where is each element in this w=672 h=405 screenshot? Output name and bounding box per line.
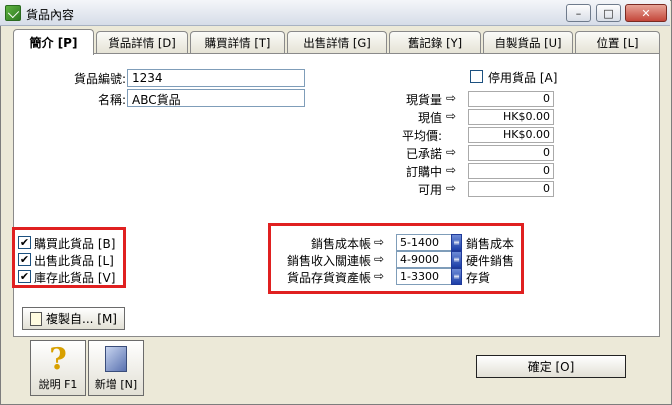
copy-from-button[interactable]: 複製自... [M] [22, 307, 125, 330]
cost-of-sales-account-name: 銷售成本 [466, 237, 515, 251]
arrow-icon: ⇨ [374, 269, 385, 283]
list-icon: ≡ [453, 272, 460, 281]
help-label: 說明 F1 [38, 378, 78, 391]
tab-label: 出售詳情 [G] [303, 35, 371, 50]
new-button[interactable]: 新增 [N] [88, 340, 144, 396]
account-list-button[interactable]: ≡ [451, 234, 462, 251]
available-value: 0 [468, 181, 554, 197]
tab-history[interactable]: 舊記錄 [Y] [389, 31, 481, 53]
income-account-label: 銷售收入關連帳 [286, 254, 371, 268]
close-icon: ✕ [641, 6, 651, 20]
committed-label: 已承諾 [405, 147, 442, 161]
summary-panel: 貨品編號: 1234 名稱: ABC貨品 停用貨品 [A] 現貨量 ⇨ 0 現值… [12, 53, 660, 337]
app-icon [5, 5, 21, 21]
tab-summary[interactable]: 簡介 [P] [13, 29, 94, 55]
new-label: 新增 [N] [94, 378, 138, 391]
buy-item-label: 購買此貨品 [B] [34, 237, 116, 251]
on-order-value: 0 [468, 163, 554, 179]
on-order-label: 訂購中 [405, 165, 442, 179]
asset-account-field[interactable]: 1-3300 [396, 268, 452, 285]
average-cost-value: HK$0.00 [468, 127, 554, 143]
on-hand-value: 0 [468, 91, 554, 107]
income-account-name: 硬件銷售 [466, 254, 515, 268]
arrow-icon: ⇨ [374, 252, 385, 266]
arrow-icon: ⇨ [374, 235, 385, 249]
item-name-label: 名稱: [97, 93, 126, 107]
tab-selling-details[interactable]: 出售詳情 [G] [287, 31, 387, 53]
current-value-label: 現值 [417, 111, 442, 125]
buy-item-checkbox[interactable]: ✔ [18, 236, 31, 249]
sell-item-label: 出售此貨品 [L] [34, 254, 114, 268]
average-cost-label: 平均價: [401, 129, 442, 143]
minimize-button[interactable]: – [566, 4, 591, 22]
cost-of-sales-account-label: 銷售成本帳 [310, 237, 371, 251]
inactive-item-label: 停用貨品 [A] [488, 71, 558, 85]
new-record-icon [105, 346, 127, 372]
close-button[interactable]: ✕ [625, 4, 667, 22]
cost-of-sales-account-field[interactable]: 5-1400 [396, 234, 452, 251]
list-icon: ≡ [453, 255, 460, 264]
item-number-label: 貨品編號: [73, 72, 126, 86]
tab-item-details[interactable]: 貨品詳情 [D] [96, 31, 188, 53]
ok-label: 確定 [O] [527, 360, 575, 374]
sell-item-checkbox[interactable]: ✔ [18, 253, 31, 266]
copy-from-label: 複製自... [M] [46, 312, 117, 326]
window-title: 貨品內容 [26, 8, 75, 22]
arrow-icon: ⇨ [446, 163, 457, 177]
account-list-button[interactable]: ≡ [451, 251, 462, 268]
ok-button[interactable]: 確定 [O] [476, 355, 626, 378]
asset-account-name: 存貨 [466, 271, 491, 285]
arrow-icon: ⇨ [446, 145, 457, 159]
check-icon: ✔ [19, 253, 30, 266]
help-icon: ? [49, 342, 67, 377]
check-icon: ✔ [19, 236, 30, 249]
arrow-icon: ⇨ [446, 109, 457, 123]
tab-label: 位置 [L] [596, 35, 639, 50]
account-list-button[interactable]: ≡ [451, 268, 462, 285]
arrow-icon: ⇨ [446, 91, 457, 105]
tab-label: 貨品詳情 [D] [108, 35, 176, 50]
tab-label: 舊記錄 [Y] [407, 35, 463, 50]
committed-value: 0 [468, 145, 554, 161]
tab-label: 簡介 [P] [29, 36, 78, 50]
inventory-item-label: 庫存此貨品 [V] [34, 271, 116, 285]
item-number-field[interactable]: 1234 [127, 69, 305, 87]
inventory-item-checkbox[interactable]: ✔ [18, 270, 31, 283]
minimize-icon: – [575, 6, 582, 20]
tab-label: 購買詳情 [T] [204, 35, 271, 50]
inactive-item-checkbox[interactable] [470, 70, 483, 83]
copy-icon [30, 311, 42, 326]
tab-label: 自製貨品 [U] [494, 35, 562, 50]
available-label: 可用 [417, 183, 442, 197]
maximize-icon: □ [603, 6, 614, 20]
item-name-field[interactable]: ABC貨品 [127, 89, 305, 107]
check-icon: ✔ [19, 270, 30, 283]
arrow-icon: ⇨ [446, 181, 457, 195]
title-bar[interactable]: 貨品內容 – □ ✕ [0, 0, 670, 26]
income-account-field[interactable]: 4-9000 [396, 251, 452, 268]
maximize-button[interactable]: □ [596, 4, 621, 22]
tab-buying-details[interactable]: 購買詳情 [T] [190, 31, 285, 53]
list-icon: ≡ [453, 238, 460, 247]
on-hand-label: 現貨量 [405, 93, 442, 107]
help-button[interactable]: ? 說明 F1 [30, 340, 86, 396]
tab-auto-build[interactable]: 自製貨品 [U] [483, 31, 573, 53]
current-value-value: HK$0.00 [468, 109, 554, 125]
asset-account-label: 貨品存貨資產帳 [286, 271, 371, 285]
tab-location[interactable]: 位置 [L] [575, 31, 660, 53]
